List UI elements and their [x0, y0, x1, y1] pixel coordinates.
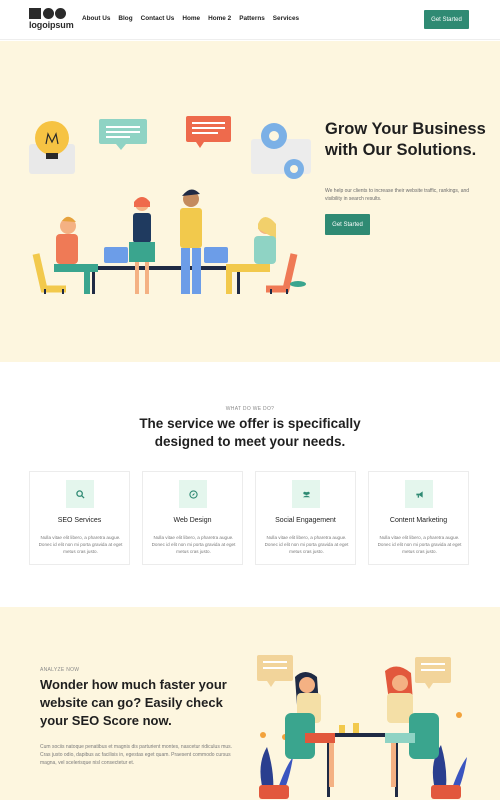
- site-header: logoipsum About Us Blog Contact Us Home …: [0, 0, 500, 40]
- users-icon: [292, 480, 320, 508]
- services-section: WHAT DO WE DO? The service we offer is s…: [0, 362, 500, 607]
- coffee-meeting-illustration: [257, 655, 467, 799]
- nav-services[interactable]: Services: [273, 15, 299, 22]
- nav-about-us[interactable]: About Us: [82, 15, 110, 22]
- hero-section: Grow Your Business with Our Solutions. W…: [0, 41, 500, 362]
- hero-description: We help our clients to increase their we…: [325, 188, 470, 202]
- service-card-content-marketing[interactable]: Content Marketing Nulla vitae elit liber…: [368, 471, 469, 565]
- logo-mark-icon: [29, 8, 73, 19]
- search-icon: [66, 480, 94, 508]
- service-card-web-design[interactable]: Web Design Nulla vitae elit libero, a ph…: [142, 471, 243, 565]
- service-card-social-engagement[interactable]: Social Engagement Nulla vitae elit liber…: [255, 471, 356, 565]
- services-eyebrow: WHAT DO WE DO?: [225, 406, 275, 412]
- analyze-eyebrow: ANALYZE NOW: [40, 667, 80, 673]
- hero-get-started-button[interactable]: Get Started: [325, 214, 370, 235]
- service-card-text: Nulla vitae elit libero, a pharetra augu…: [151, 535, 236, 554]
- logo-text: logoipsum: [29, 20, 74, 30]
- service-card-text: Nulla vitae elit libero, a pharetra augu…: [377, 535, 462, 554]
- team-meeting-illustration: [29, 116, 311, 294]
- logo[interactable]: logoipsum: [29, 8, 77, 32]
- service-card-title: Content Marketing: [389, 517, 448, 524]
- main-nav: About Us Blog Contact Us Home Home 2 Pat…: [82, 15, 307, 22]
- analyze-title: Wonder how much faster your website can …: [40, 677, 227, 728]
- nav-blog[interactable]: Blog: [118, 15, 132, 22]
- service-card-text: Nulla vitae elit libero, a pharetra augu…: [38, 535, 123, 554]
- megaphone-icon: [405, 480, 433, 508]
- nav-home-2[interactable]: Home 2: [208, 15, 231, 22]
- nav-contact-us[interactable]: Contact Us: [141, 15, 175, 22]
- service-card-text: Nulla vitae elit libero, a pharetra augu…: [264, 535, 349, 554]
- service-card-title: Social Engagement: [275, 517, 336, 524]
- nav-home[interactable]: Home: [182, 15, 200, 22]
- services-title: The service we offer is specifically des…: [139, 416, 361, 449]
- hero-title: Grow Your Business with Our Solutions.: [325, 120, 486, 159]
- header-get-started-button[interactable]: Get Started: [424, 10, 469, 29]
- service-card-title: SEO Services: [57, 517, 102, 524]
- service-card-seo[interactable]: SEO Services Nulla vitae elit libero, a …: [29, 471, 130, 565]
- service-card-title: Web Design: [173, 517, 212, 524]
- nav-patterns[interactable]: Patterns: [239, 15, 265, 22]
- analyze-section: ANALYZE NOW Wonder how much faster your …: [0, 607, 500, 800]
- compass-icon: [179, 480, 207, 508]
- analyze-text: Cum sociis natoque penatibus et magnis d…: [40, 744, 233, 766]
